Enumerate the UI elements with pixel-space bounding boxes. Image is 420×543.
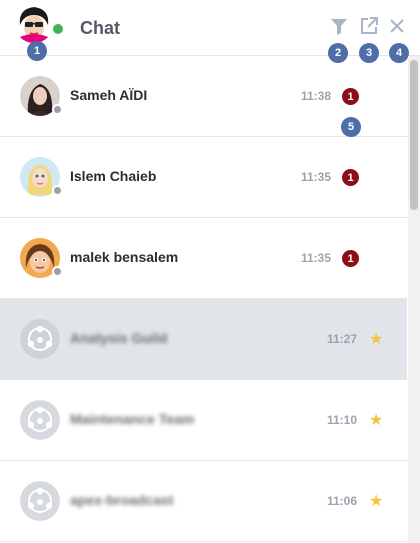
message-time: 11:10: [327, 413, 358, 427]
contact-name: Islem Chaieb: [70, 168, 157, 184]
unread-badge: 1: [342, 169, 359, 186]
conversation-list: Sameh AÏDI 11:38 1 5 Islem Chaieb 11:35 …: [0, 56, 407, 543]
conversation-row[interactable]: Islem Chaieb 11:35 1: [0, 137, 407, 218]
conversation-row[interactable]: Maintenance Team 11:10 ★: [0, 380, 407, 461]
online-status-dot: [53, 24, 63, 34]
filter-icon[interactable]: [328, 15, 350, 37]
group-name: Analysis Guild: [70, 330, 168, 346]
contact-name: malek bensalem: [70, 249, 179, 265]
page-title: Chat: [80, 18, 120, 38]
star-icon[interactable]: ★: [369, 491, 383, 511]
message-time: 11:06: [327, 494, 358, 508]
group-avatar-icon: [20, 400, 60, 440]
status-dot: [52, 266, 63, 277]
contact-name: Sameh AÏDI: [70, 87, 148, 103]
message-time: 11:38: [301, 89, 332, 103]
unread-badge: 1: [342, 250, 359, 267]
conversation-row[interactable]: Sameh AÏDI 11:38 1 5: [0, 56, 407, 137]
close-icon[interactable]: [386, 15, 408, 37]
annotation-marker-5: 5: [341, 117, 361, 137]
star-icon[interactable]: ★: [369, 329, 383, 349]
status-dot: [52, 185, 63, 196]
conversation-row[interactable]: apex-broadcast 11:06 ★: [0, 461, 407, 542]
message-time: 11:27: [327, 332, 358, 346]
group-avatar-icon: [20, 481, 60, 521]
unread-badge: 1: [342, 88, 359, 105]
message-time: 11:35: [301, 170, 332, 184]
group-name: Maintenance Team: [70, 411, 195, 427]
chat-panel: 1 Chat 2 3 4 Sameh AÏDI 11:38 1 5 Islem …: [0, 0, 420, 543]
status-dot: [52, 104, 63, 115]
my-avatar[interactable]: [14, 3, 54, 43]
group-avatar-icon: [20, 319, 60, 359]
scrollbar[interactable]: [408, 56, 420, 543]
message-time: 11:35: [301, 251, 332, 265]
group-name: apex-broadcast: [70, 492, 174, 508]
conversation-row[interactable]: malek bensalem 11:35 1: [0, 218, 407, 299]
chat-header: 1 Chat 2 3 4: [0, 0, 420, 63]
scrollbar-thumb[interactable]: [410, 60, 418, 210]
star-icon[interactable]: ★: [369, 410, 383, 430]
conversation-row[interactable]: Analysis Guild 11:27 ★: [0, 299, 407, 380]
popout-icon[interactable]: [358, 15, 380, 37]
